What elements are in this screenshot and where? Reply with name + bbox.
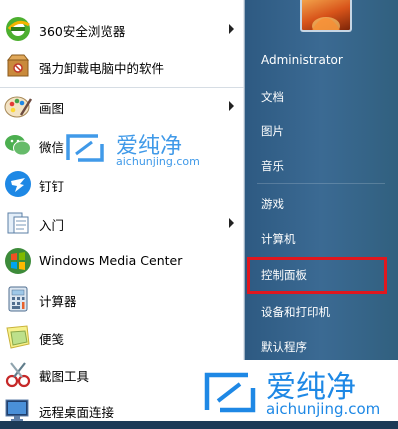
sticky-notes-icon	[3, 322, 33, 352]
control-panel-highlight	[247, 257, 387, 294]
windows-media-center-icon	[3, 246, 33, 276]
program-label: 360安全浏览器	[39, 24, 126, 39]
menu-documents[interactable]: 文档	[261, 89, 284, 105]
divider	[257, 183, 385, 184]
watermark-large: 爱纯净 aichunjing.com	[196, 360, 398, 421]
program-label: 画图	[39, 101, 65, 116]
program-paint[interactable]: 画图	[0, 89, 244, 123]
program-label: 入门	[39, 218, 65, 233]
program-label: 截图工具	[39, 369, 90, 384]
program-sticky-notes[interactable]: 便笺	[0, 320, 244, 354]
dingtalk-icon	[3, 169, 33, 199]
snipping-tool-icon	[3, 359, 33, 389]
watermark-url: aichunjing.com	[266, 400, 381, 418]
wechat-icon	[3, 130, 33, 160]
uninstall-box-icon	[3, 51, 33, 81]
program-label: 便笺	[39, 332, 65, 347]
menu-default-programs[interactable]: 默认程序	[261, 339, 307, 355]
program-uninstaller[interactable]: 强力卸载电脑中的软件	[0, 49, 244, 83]
program-getting-started[interactable]: 入门	[0, 206, 244, 240]
menu-computer[interactable]: 计算机	[261, 231, 296, 247]
submenu-arrow-icon[interactable]	[229, 101, 234, 111]
watermark-url: aichunjing.com	[116, 155, 200, 168]
username-link[interactable]: Administrator	[261, 53, 343, 67]
program-360-browser[interactable]: 360安全浏览器	[0, 12, 244, 46]
divider	[0, 87, 244, 88]
360-browser-icon	[3, 14, 33, 44]
submenu-arrow-icon[interactable]	[229, 24, 234, 34]
program-windows-media-center[interactable]: Windows Media Center	[0, 244, 244, 278]
programs-panel: 360安全浏览器 强力卸载电脑中的软件 画图 微信 钉钉 入门 Windows …	[0, 0, 245, 421]
watermark-logo-icon	[204, 372, 256, 413]
program-dingtalk[interactable]: 钉钉	[0, 167, 244, 201]
program-label: 强力卸载电脑中的软件	[39, 61, 165, 76]
menu-devices-printers[interactable]: 设备和打印机	[261, 304, 330, 320]
menu-pictures[interactable]: 图片	[261, 123, 284, 139]
program-label: 微信	[39, 140, 65, 155]
submenu-arrow-icon[interactable]	[229, 218, 234, 228]
menu-games[interactable]: 游戏	[261, 196, 284, 212]
program-label: 计算器	[39, 294, 77, 309]
program-label: Windows Media Center	[39, 253, 183, 268]
watermark-logo-icon	[66, 134, 104, 162]
user-avatar[interactable]	[300, 0, 352, 32]
calculator-icon	[3, 284, 33, 314]
getting-started-icon	[3, 208, 33, 238]
watermark-small: 爱纯净 aichunjing.com	[64, 128, 214, 170]
program-label: 钉钉	[39, 179, 65, 194]
menu-music[interactable]: 音乐	[261, 158, 284, 174]
paint-palette-icon	[3, 91, 33, 121]
program-calculator[interactable]: 计算器	[0, 282, 244, 316]
program-label: 远程桌面连接	[39, 405, 115, 420]
